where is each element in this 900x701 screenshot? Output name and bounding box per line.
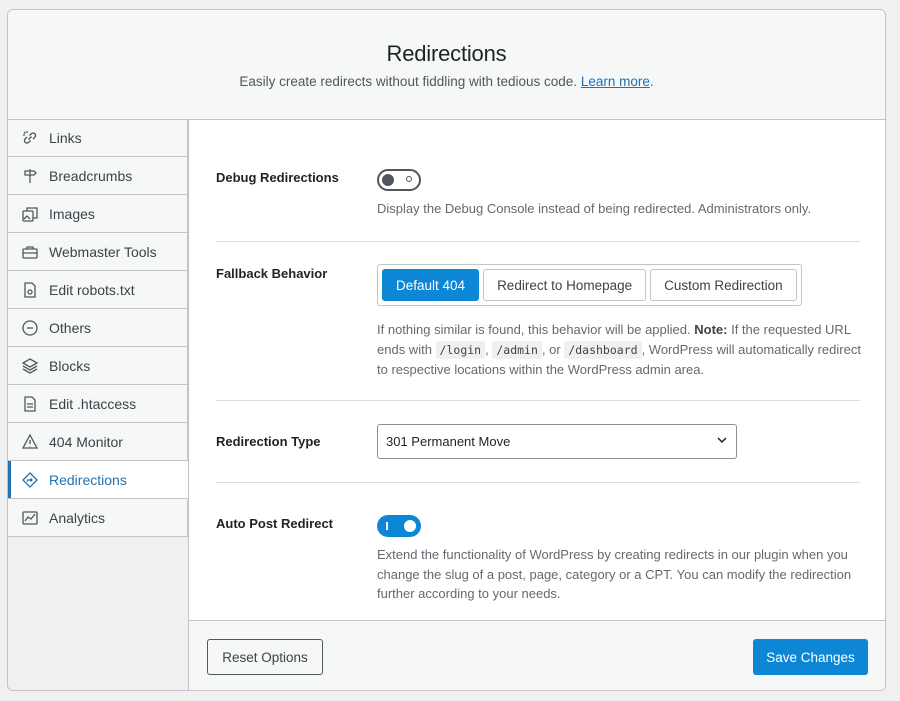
save-changes-button[interactable]: Save Changes (753, 639, 868, 675)
auto-post-redirect-row: Auto Post Redirect Extend the functional… (216, 482, 860, 602)
sidebar-item-images[interactable]: Images (8, 195, 188, 233)
redirect-icon (21, 471, 39, 489)
sidebar-item-label: Analytics (49, 509, 106, 526)
blocks-icon (21, 357, 39, 375)
sidebar-item-label: Redirections (49, 471, 127, 488)
redirection-type-row: Redirection Type 301 Permanent Move (216, 400, 860, 483)
toggle-off-mark (406, 176, 412, 182)
dashboard-path-code: /dashboard (564, 340, 642, 359)
settings-panel: Redirections Easily create redirects wit… (7, 9, 886, 691)
fallback-desc-intro: If nothing similar is found, this behavi… (377, 322, 691, 337)
fallback-sep2: , or (541, 341, 561, 357)
page-subtitle: Easily create redirects without fiddling… (8, 74, 885, 89)
fallback-redirect-homepage-button[interactable]: Redirect to Homepage (483, 269, 647, 301)
fallback-behavior-label: Fallback Behavior (216, 266, 328, 281)
warning-icon (21, 433, 39, 451)
fallback-behavior-row: Fallback Behavior Default 404 Redirect t… (216, 241, 861, 401)
reset-options-button[interactable]: Reset Options (207, 639, 323, 675)
redirection-type-select[interactable]: 301 Permanent Move (377, 424, 737, 459)
signpost-icon (21, 167, 39, 185)
sidebar-item-label: Edit robots.txt (49, 281, 135, 298)
sidebar-item-breadcrumbs[interactable]: Breadcrumbs (8, 157, 188, 195)
sidebar-item-edit-htaccess[interactable]: Edit .htaccess (8, 385, 188, 423)
sidebar-item-webmaster-tools[interactable]: Webmaster Tools (8, 233, 188, 271)
redirection-type-field: 301 Permanent Move (377, 424, 867, 459)
toggle-knob (404, 520, 416, 532)
settings-footer: Reset Options Save Changes (189, 620, 885, 690)
debug-redirections-toggle[interactable] (377, 169, 421, 191)
redirection-type-value: 301 Permanent Move (386, 434, 511, 449)
toggle-on-mark (386, 522, 388, 530)
login-path-code: /login (435, 340, 486, 359)
toggle-knob (382, 174, 394, 186)
robots-file-icon (21, 281, 39, 299)
redirection-type-label: Redirection Type (216, 434, 321, 449)
auto-post-redirect-toggle[interactable] (377, 515, 421, 537)
chevron-down-icon (716, 434, 728, 449)
fallback-options-group: Default 404 Redirect to Homepage Custom … (377, 264, 802, 306)
debug-redirections-label: Debug Redirections (216, 170, 339, 185)
fallback-note-label: Note: (694, 322, 728, 337)
analytics-icon (21, 509, 39, 527)
toolbox-icon (21, 243, 39, 261)
debug-redirections-row: Debug Redirections Display the Debug Con… (216, 150, 860, 242)
sidebar-nav: Links Breadcrumbs Images Webmaster Tools… (8, 120, 188, 537)
debug-redirections-description: Display the Debug Console instead of bei… (377, 201, 812, 216)
sidebar-item-label: Images (49, 205, 95, 222)
sidebar-item-label: 404 Monitor (49, 433, 123, 450)
learn-more-link[interactable]: Learn more (581, 74, 650, 89)
htaccess-file-icon (21, 395, 39, 413)
debug-redirections-field: Display the Debug Console instead of bei… (377, 169, 867, 219)
sidebar-item-label: Links (49, 130, 82, 146)
page-header: Redirections Easily create redirects wit… (8, 10, 885, 120)
sidebar-item-analytics[interactable]: Analytics (8, 499, 188, 537)
sidebar-item-label: Blocks (49, 357, 91, 374)
page-title: Redirections (386, 41, 507, 66)
subtitle-text: Easily create redirects without fiddling… (239, 74, 578, 89)
sidebar-item-blocks[interactable]: Blocks (8, 347, 188, 385)
settings-content: Debug Redirections Display the Debug Con… (188, 120, 885, 690)
fallback-sep1: , (485, 341, 489, 357)
fallback-default-404-button[interactable]: Default 404 (382, 269, 480, 301)
links-icon (21, 129, 39, 147)
sidebar-item-redirections[interactable]: Redirections (8, 461, 188, 499)
images-icon (21, 205, 39, 223)
circle-dots-icon (21, 319, 39, 337)
fallback-custom-redirection-button[interactable]: Custom Redirection (650, 269, 797, 301)
fallback-behavior-description: If nothing similar is found, this behavi… (377, 320, 867, 380)
sidebar-item-label: Edit .htaccess (49, 395, 137, 412)
auto-post-redirect-label: Auto Post Redirect (216, 516, 334, 531)
sidebar-item-edit-robots[interactable]: Edit robots.txt (8, 271, 188, 309)
sidebar-item-links[interactable]: Links (8, 120, 188, 157)
admin-path-code: /admin (492, 340, 542, 359)
sidebar-item-label: Breadcrumbs (49, 167, 133, 184)
subtitle-period: . (649, 74, 654, 89)
sidebar-item-label: Others (49, 319, 92, 336)
auto-post-redirect-description: Extend the functionality of WordPress by… (377, 547, 852, 601)
sidebar-item-label: Webmaster Tools (49, 243, 157, 260)
sidebar-item-others[interactable]: Others (8, 309, 188, 347)
auto-post-redirect-field: Extend the functionality of WordPress by… (377, 515, 867, 604)
sidebar-item-404-monitor[interactable]: 404 Monitor (8, 423, 188, 461)
fallback-behavior-field: Default 404 Redirect to Homepage Custom … (377, 264, 867, 380)
